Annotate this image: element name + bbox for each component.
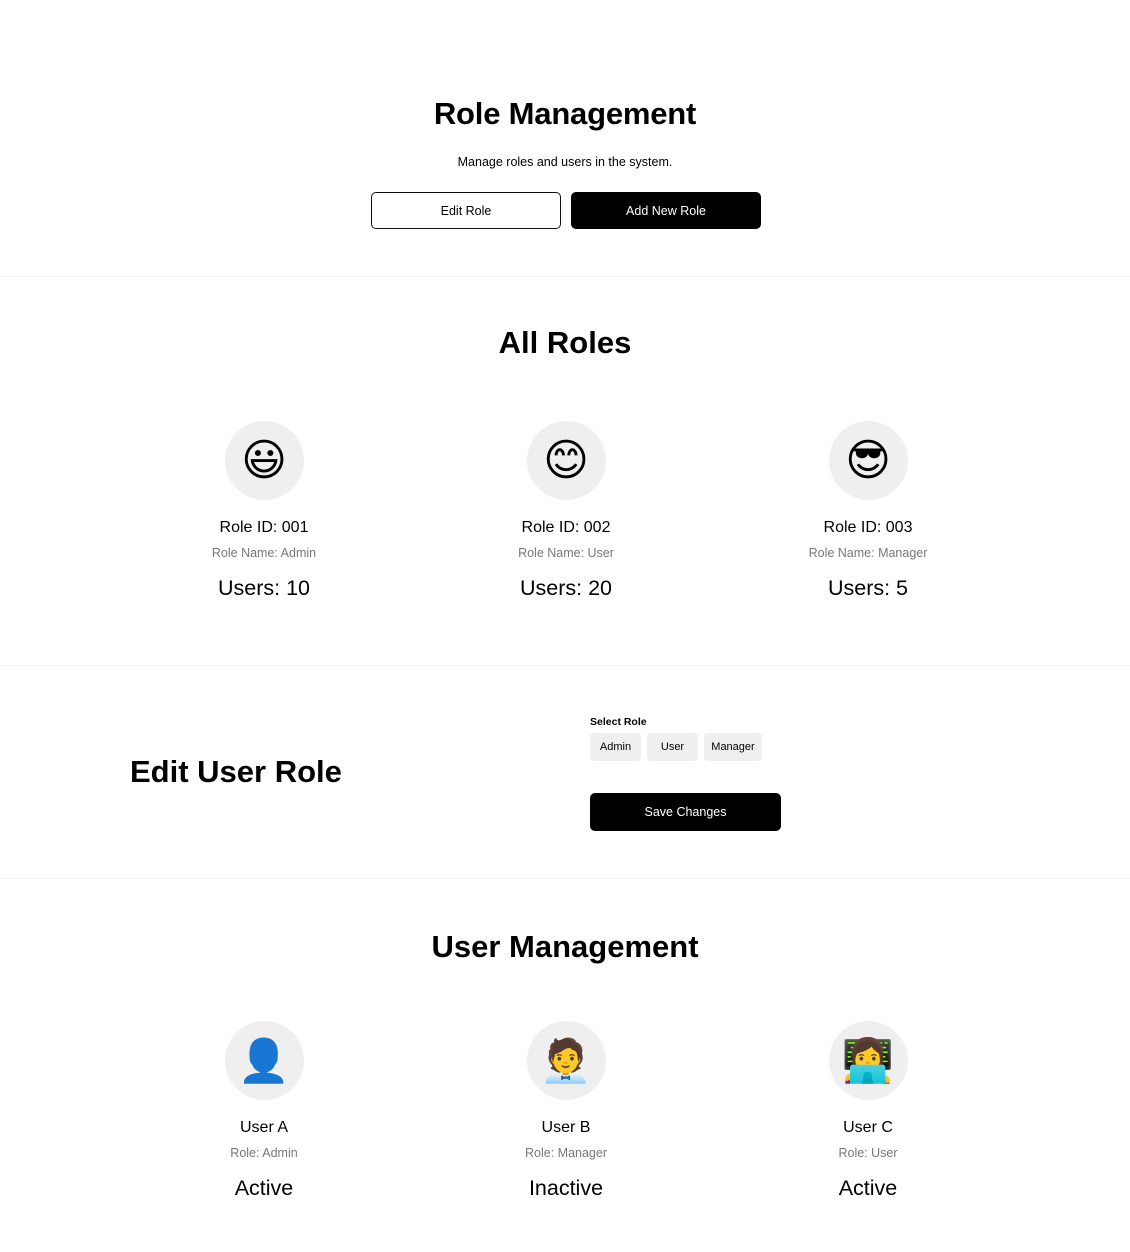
hero-section: Role Management Manage roles and users i… (0, 0, 1130, 276)
save-changes-button[interactable]: Save Changes (590, 793, 781, 831)
edit-role-button[interactable]: Edit Role (371, 192, 561, 229)
user-management-title: User Management (431, 929, 699, 964)
user-name: User A (239, 1119, 288, 1136)
office-worker-icon: 🧑‍💼 (526, 1021, 606, 1100)
role-user-count: Users: 20 (519, 576, 612, 600)
user-role: Role: Manager (525, 1146, 607, 1160)
role-id: Role ID: 002 (521, 519, 611, 536)
role-card: 😃 Role ID: 001 Role Name: Admin Users: 1… (113, 421, 415, 601)
sunglasses-face-icon: 😎 (828, 421, 908, 500)
role-user-count: Users: 10 (217, 576, 310, 600)
user-status: Active (838, 1176, 898, 1200)
user-silhouette-icon: 👤 (224, 1021, 304, 1100)
edit-user-role-title: Edit User Role (130, 754, 342, 789)
user-status: Inactive (528, 1176, 604, 1200)
role-user-count: Users: 5 (827, 576, 909, 600)
all-roles-section: All Roles 😃 Role ID: 001 Role Name: Admi… (0, 277, 1130, 665)
role-name: Role Name: User (518, 546, 614, 560)
user-card: 🧑‍💼 User B Role: Manager Inactive (415, 1021, 717, 1201)
grinning-face-icon: 😃 (224, 421, 304, 500)
page-title: Role Management (433, 96, 697, 131)
user-role: Role: User (838, 1146, 898, 1160)
user-role: Role: Admin (230, 1146, 298, 1160)
technologist-icon: 👩‍💻 (828, 1021, 908, 1100)
role-name: Role Name: Admin (211, 546, 317, 560)
user-name: User B (541, 1119, 591, 1136)
edit-user-role-section: Edit User Role Select Role Admin User Ma… (0, 666, 1130, 878)
select-role-label: Select Role (590, 716, 647, 728)
role-card: 😎 Role ID: 003 Role Name: Manager Users:… (717, 421, 1019, 601)
role-name: Role Name: Manager (808, 546, 928, 560)
role-card: 😊 Role ID: 002 Role Name: User Users: 20 (415, 421, 717, 601)
role-option-admin[interactable]: Admin (590, 733, 641, 761)
role-id: Role ID: 001 (219, 519, 309, 536)
user-status: Active (234, 1176, 294, 1200)
smiling-face-icon: 😊 (526, 421, 606, 500)
role-option-user[interactable]: User (647, 733, 698, 761)
user-card: 👤 User A Role: Admin Active (113, 1021, 415, 1201)
role-id: Role ID: 003 (823, 519, 913, 536)
user-management-section: User Management 👤 User A Role: Admin Act… (0, 879, 1130, 1251)
user-name: User C (843, 1119, 893, 1136)
add-new-role-button[interactable]: Add New Role (571, 192, 761, 229)
page-subtitle: Manage roles and users in the system. (457, 155, 673, 169)
all-roles-title: All Roles (498, 325, 632, 360)
role-option-manager[interactable]: Manager (704, 733, 762, 761)
user-card: 👩‍💻 User C Role: User Active (717, 1021, 1019, 1201)
